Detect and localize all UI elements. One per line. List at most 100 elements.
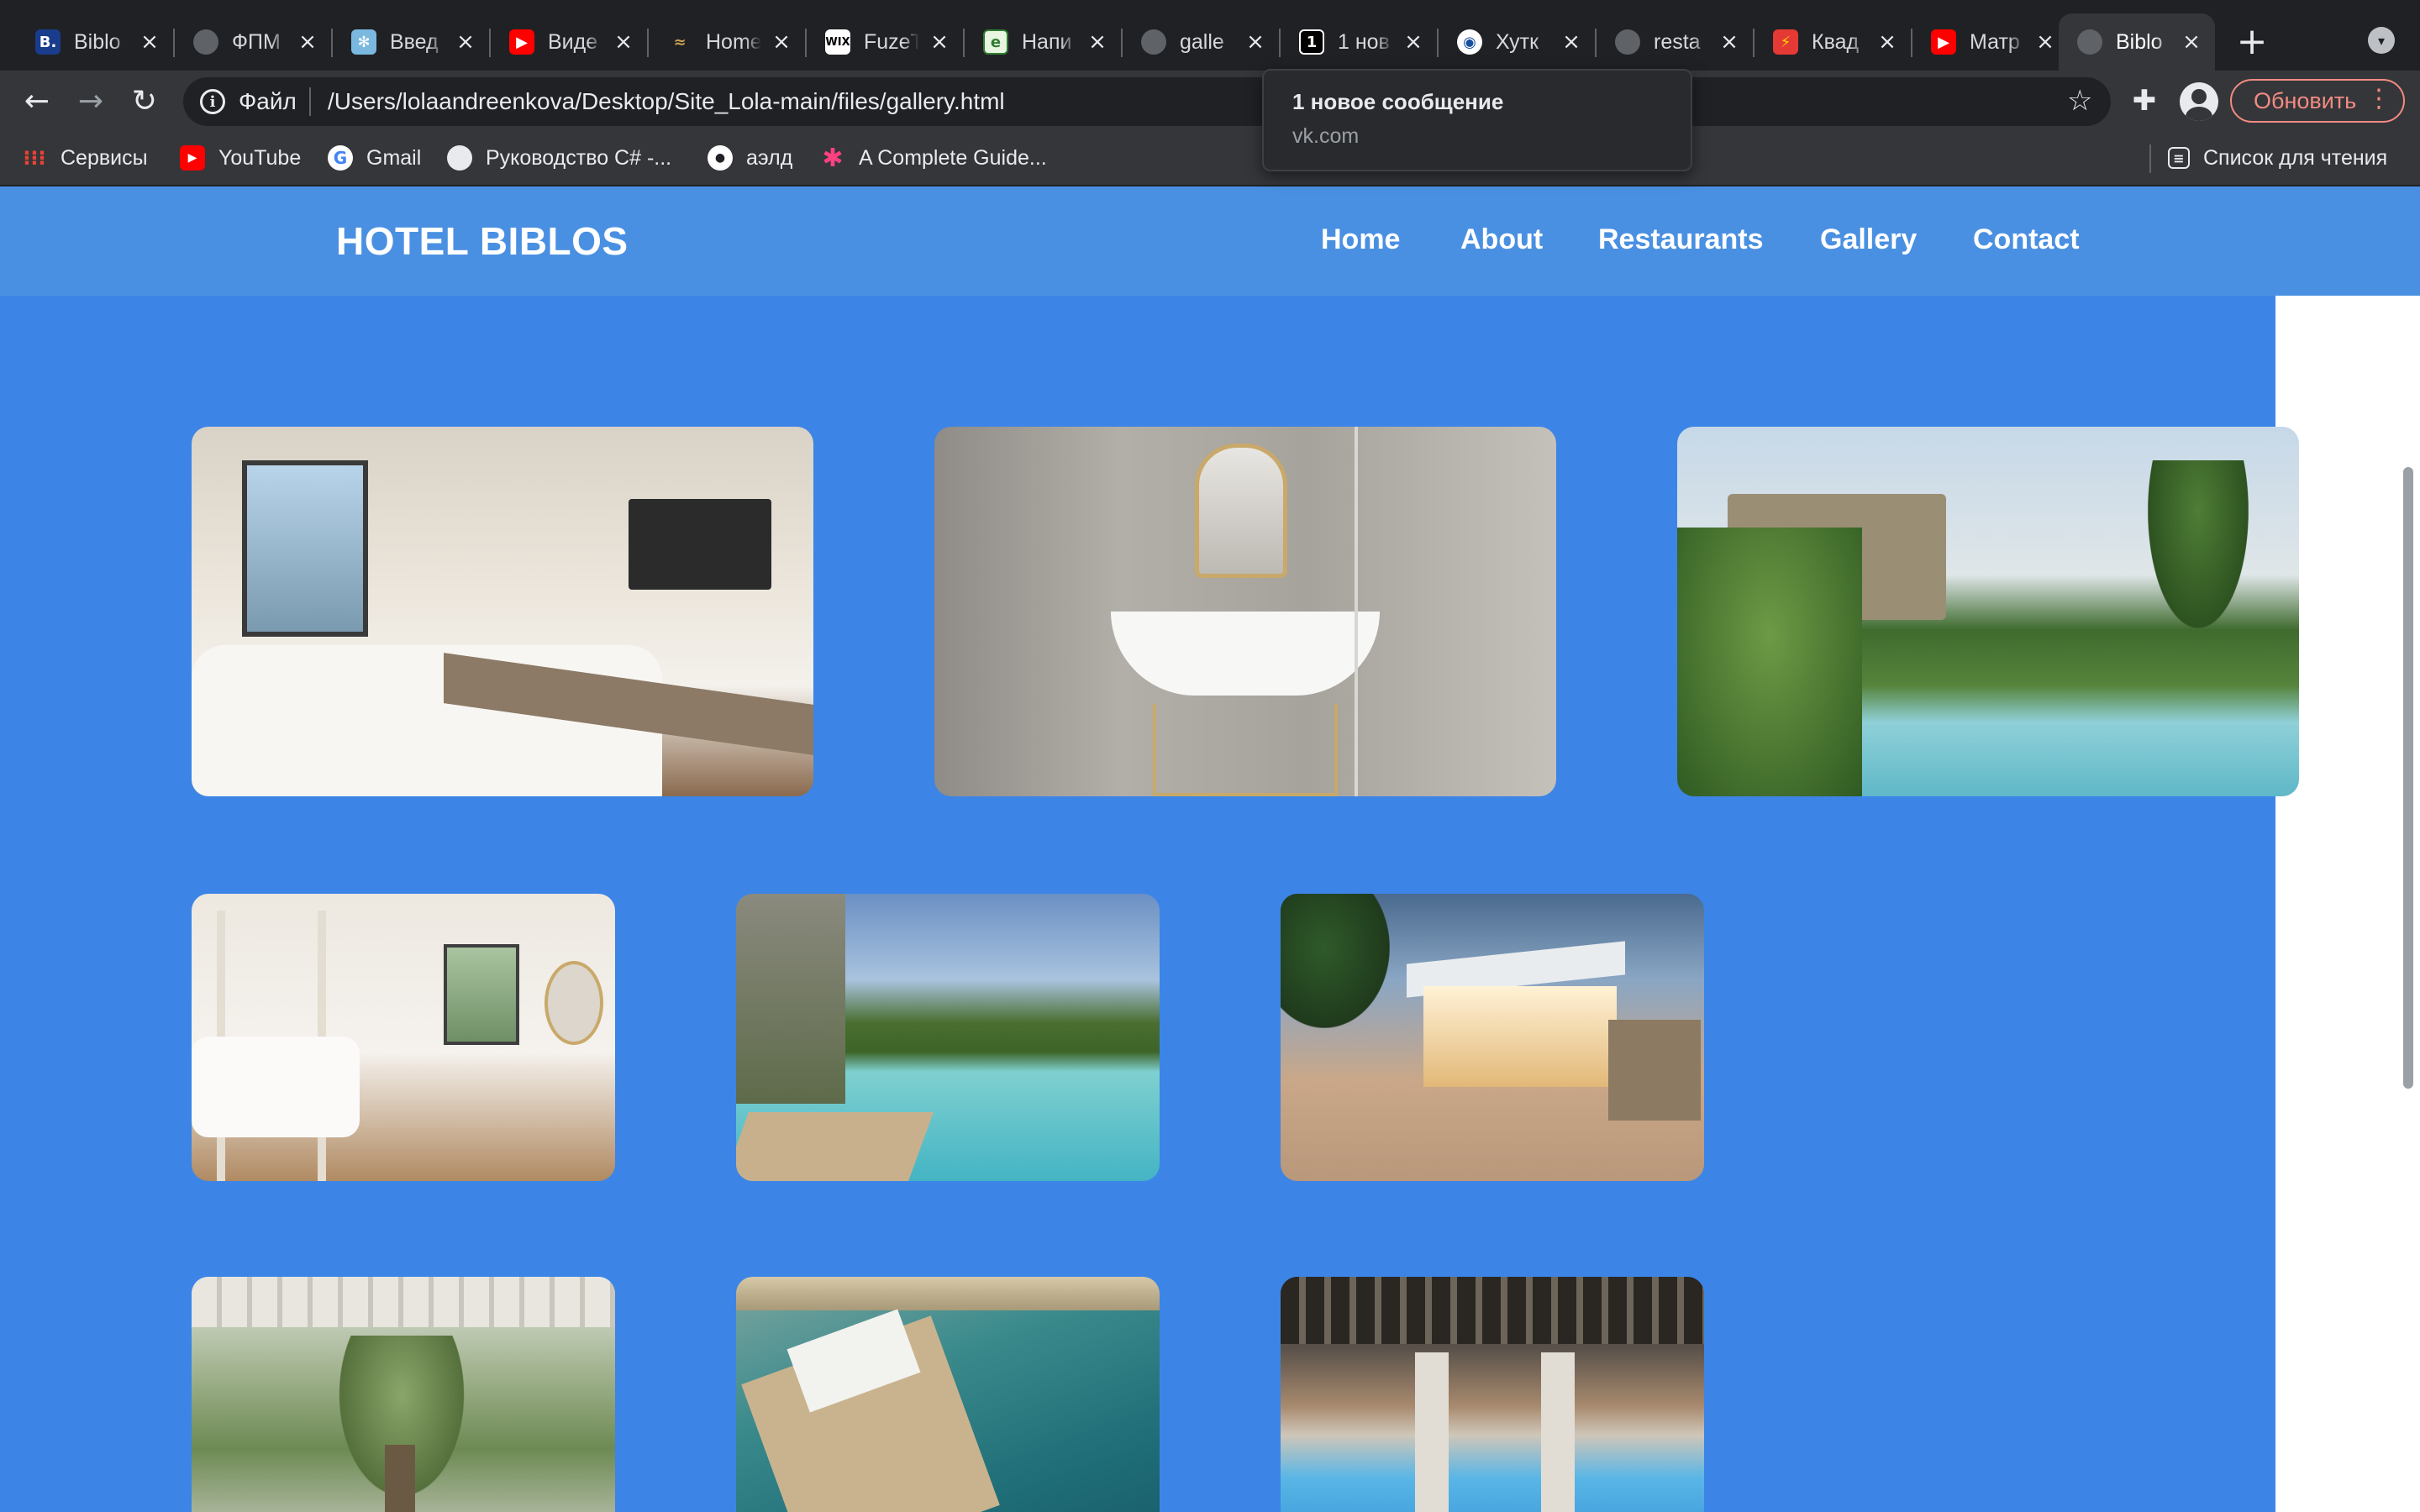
- update-button[interactable]: Обновить ⋮: [2230, 79, 2405, 123]
- close-icon[interactable]: ×: [928, 29, 951, 55]
- globe-icon: [1141, 29, 1166, 55]
- nav-about[interactable]: About: [1460, 223, 1543, 256]
- youtube-icon: ▶: [1931, 29, 1956, 55]
- bookmark-aeld[interactable]: ● аэлд: [708, 143, 792, 173]
- address-bar[interactable]: i Файл /Users/lolaandreenkova/Desktop/Si…: [183, 77, 2111, 126]
- address-url[interactable]: /Users/lolaandreenkova/Desktop/Site_Lola…: [328, 88, 1005, 115]
- nav-gallery[interactable]: Gallery: [1820, 223, 1917, 256]
- close-icon[interactable]: ×: [1560, 29, 1583, 55]
- bookmark-complete-guide[interactable]: ✱ A Complete Guide...: [820, 143, 1046, 173]
- hover-card-domain: vk.com: [1292, 124, 1360, 148]
- stone-wall-shape: [1608, 1020, 1701, 1121]
- close-icon[interactable]: ×: [1718, 29, 1741, 55]
- browser-toolbar: ← → ↻ i Файл /Users/lolaandreenkova/Desk…: [0, 71, 2420, 131]
- extensions-puzzle-icon[interactable]: ✚: [2128, 84, 2161, 118]
- vk-icon: 1: [1299, 29, 1324, 55]
- tab-8[interactable]: galle ×: [1123, 13, 1279, 71]
- close-icon[interactable]: ×: [138, 29, 161, 55]
- mirror-shape: [1195, 444, 1287, 578]
- gallery-photo-hotel-bedroom[interactable]: [192, 427, 813, 796]
- gallery-photo-sea-platform[interactable]: [736, 1277, 1160, 1512]
- gallery-photo-canopy-bedroom[interactable]: [192, 894, 615, 1181]
- tab-13[interactable]: ▶ Матр ×: [1912, 13, 2069, 71]
- bookmarks-divider: [2149, 144, 2151, 173]
- nav-home[interactable]: Home: [1321, 223, 1400, 256]
- close-icon[interactable]: ×: [1086, 29, 1109, 55]
- gallery-photo-patisserie-kiosk[interactable]: [1281, 894, 1704, 1181]
- bird-icon: ≈: [673, 33, 687, 51]
- tab-4[interactable]: ▶ Виде ×: [491, 13, 647, 71]
- hover-card-title: 1 новое сообщение: [1292, 89, 1504, 114]
- gallery-photo-outdoor-pool[interactable]: [736, 894, 1160, 1181]
- reload-icon[interactable]: ↻: [123, 79, 166, 123]
- apps-grid-icon: ⁝⁝⁝: [23, 146, 46, 170]
- profile-avatar-icon[interactable]: [2180, 82, 2218, 121]
- bookmark-youtube[interactable]: ▶ YouTube: [180, 143, 301, 173]
- gallery-photo-indoor-pool[interactable]: [1281, 1277, 1704, 1512]
- site-logo[interactable]: HOTEL BIBLOS: [336, 218, 629, 264]
- gallery-photo-pool-cabanas[interactable]: [1677, 427, 2299, 796]
- tab-search-chevron-icon[interactable]: ▾: [2368, 27, 2395, 54]
- kiosk-window-shape: [1423, 986, 1617, 1087]
- bookmark-gmail[interactable]: G Gmail: [328, 143, 421, 173]
- bookmark-star-icon[interactable]: ☆: [2067, 84, 2092, 118]
- close-icon[interactable]: ×: [1876, 29, 1899, 55]
- new-tab-plus-icon[interactable]: +: [2233, 20, 2270, 63]
- bookmark-csharp-guide[interactable]: Руководство C# -...: [447, 143, 671, 173]
- google-icon: G: [328, 145, 353, 171]
- bed-shape: [192, 1037, 360, 1137]
- tab-7[interactable]: e Напи ×: [965, 13, 1121, 71]
- close-icon[interactable]: ×: [454, 29, 477, 55]
- tab-label: 1 нов: [1338, 29, 1390, 54]
- shoreline-shape: [736, 1277, 1160, 1310]
- forward-arrow-icon[interactable]: →: [69, 79, 113, 123]
- tab-label: ФПМ: [232, 29, 281, 54]
- flash-icon: ⚡: [1773, 29, 1798, 55]
- tab-12[interactable]: ⚡ Квад ×: [1754, 13, 1911, 71]
- bookmarks-bar: ⁝⁝⁝ Сервисы ▶ YouTube G Gmail Руководств…: [0, 131, 2420, 186]
- nav-restaurants[interactable]: Restaurants: [1598, 223, 1764, 256]
- tab-label: Введ: [390, 29, 439, 54]
- page-scrollbar[interactable]: [2403, 467, 2413, 1089]
- gallery-photo-olive-tree-restaurant[interactable]: [192, 1277, 615, 1512]
- close-icon[interactable]: ×: [1402, 29, 1425, 55]
- close-icon[interactable]: ×: [2033, 29, 2057, 55]
- tab-2[interactable]: ФПМ ×: [175, 13, 331, 71]
- reading-list[interactable]: ≡ Список для чтения: [2168, 143, 2387, 173]
- tab-label: Хутк: [1496, 29, 1539, 54]
- column-shape: [1415, 1352, 1449, 1512]
- info-icon[interactable]: i: [200, 89, 225, 114]
- close-icon[interactable]: ×: [770, 29, 793, 55]
- close-icon[interactable]: ×: [1244, 29, 1267, 55]
- tab-6[interactable]: WIX FuzeT ×: [807, 13, 963, 71]
- tab-11[interactable]: resta ×: [1597, 13, 1753, 71]
- close-icon[interactable]: ×: [2180, 29, 2203, 55]
- close-icon[interactable]: ×: [296, 29, 319, 55]
- snowflake-icon: ✻: [351, 29, 376, 55]
- tab-14-active[interactable]: Biblo ×: [2059, 13, 2215, 71]
- tab-label: Матр: [1970, 29, 2020, 54]
- bookmark-label: YouTube: [218, 145, 302, 170]
- tab-1[interactable]: B. Biblo ×: [17, 13, 173, 71]
- nav-contact[interactable]: Contact: [1973, 223, 2080, 256]
- more-menu-icon[interactable]: ⋮: [2366, 84, 2391, 113]
- address-scheme: Файл: [239, 88, 297, 114]
- address-divider: [309, 87, 311, 116]
- site-header: HOTEL BIBLOS Home About Restaurants Gall…: [0, 186, 2420, 296]
- close-icon[interactable]: ×: [612, 29, 635, 55]
- booking-b-icon: B.: [35, 29, 60, 55]
- tab-label: Напи: [1022, 29, 1072, 54]
- column-shape: [1541, 1352, 1575, 1512]
- back-arrow-icon[interactable]: ←: [15, 79, 59, 123]
- deck-shape: [736, 1112, 934, 1181]
- tab-9[interactable]: 1 1 нов ×: [1281, 13, 1437, 71]
- tab-10[interactable]: ◉ Хутк ×: [1439, 13, 1595, 71]
- tab-5[interactable]: ≈ Home ×: [649, 13, 805, 71]
- tab-3[interactable]: ✻ Введ ×: [333, 13, 489, 71]
- bookmark-services[interactable]: ⁝⁝⁝ Сервисы: [22, 143, 147, 173]
- globe-icon: [2077, 29, 2102, 55]
- doc-icon: e: [983, 29, 1008, 55]
- gallery-photo-bathroom[interactable]: [934, 427, 1556, 796]
- bookmark-label: аэлд: [746, 145, 793, 170]
- tab-label: resta: [1654, 29, 1701, 54]
